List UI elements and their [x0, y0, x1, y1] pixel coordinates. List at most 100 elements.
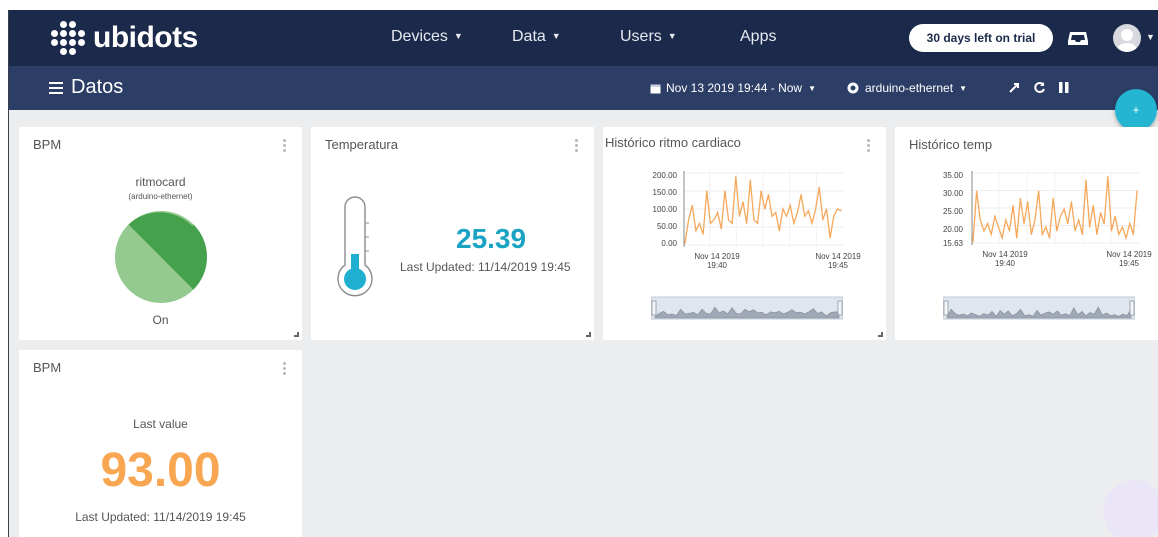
brand-name: ubidots	[93, 21, 198, 54]
data-point	[1001, 237, 1003, 239]
variable-name: ritmocard	[135, 175, 186, 189]
device-selector[interactable]: arduino-ethernet ▼	[847, 81, 967, 95]
resize-handle-icon[interactable]	[878, 332, 883, 337]
data-point	[695, 230, 697, 232]
navigator-handle[interactable]	[837, 300, 843, 316]
heart-rate-line-chart[interactable]	[683, 171, 843, 247]
data-point	[1103, 222, 1105, 225]
data-point	[1107, 176, 1109, 178]
data-point	[1023, 222, 1025, 225]
menu-icon[interactable]	[49, 82, 63, 94]
nav-users[interactable]: Users ▼	[620, 28, 677, 46]
y-tick-label: 100.00	[652, 205, 677, 214]
calendar-icon	[650, 84, 661, 93]
data-point	[1056, 230, 1058, 232]
widget-title: Histórico temp	[909, 137, 993, 152]
resize-handle-icon[interactable]	[294, 332, 299, 337]
trial-button[interactable]: 30 days left on trial	[909, 24, 1053, 52]
inbox-icon[interactable]	[1067, 28, 1089, 48]
data-point	[764, 208, 766, 210]
refresh-icon[interactable]	[1033, 81, 1046, 94]
data-point	[1067, 222, 1069, 225]
data-point	[1129, 222, 1131, 225]
data-point	[1085, 179, 1087, 181]
data-point	[1019, 197, 1021, 199]
data-point	[1092, 204, 1094, 207]
nav-data[interactable]: Data ▼	[512, 28, 561, 46]
device-label: arduino-ethernet	[865, 81, 954, 95]
navigator-handle[interactable]	[651, 300, 657, 316]
nav-devices[interactable]: Devices ▼	[391, 28, 463, 46]
temperature-widget[interactable]: Temperatura 25.39 Last Updated: 11/14/20…	[311, 127, 594, 340]
data-point	[691, 204, 693, 206]
nav-users-label: Users	[620, 28, 662, 45]
brand-logo[interactable]: ubidots	[49, 18, 198, 58]
data-point	[731, 222, 733, 224]
data-point	[727, 219, 730, 221]
heart-rate-history-widget[interactable]: Histórico ritmo cardiaco 200.00 150.00 1…	[603, 127, 886, 340]
caret-down-icon[interactable]: ▼	[1146, 32, 1155, 42]
navigator-handle[interactable]	[943, 300, 949, 316]
y-tick-label: 35.00	[942, 171, 963, 180]
data-point	[717, 212, 719, 214]
bpm-indicator-widget[interactable]: BPM ritmocard (arduino-ethernet) On	[19, 127, 302, 340]
data-point	[1081, 233, 1083, 236]
user-avatar[interactable]	[1113, 24, 1141, 52]
data-point	[735, 176, 737, 178]
data-point	[749, 179, 751, 181]
nav-apps[interactable]: Apps	[740, 28, 776, 46]
last-updated: Last Updated: 11/14/2019 19:45	[75, 510, 246, 524]
caret-down-icon: ▼	[453, 31, 463, 41]
last-updated: Last Updated: 11/14/2019 19:45	[400, 260, 571, 274]
range-navigator[interactable]	[651, 295, 843, 321]
data-point	[1089, 226, 1091, 228]
y-tick-label: 0.00	[661, 239, 677, 248]
data-point	[709, 222, 711, 224]
nav-apps-label: Apps	[740, 28, 777, 45]
y-tick-label: 25.00	[942, 207, 963, 216]
navigator-handle[interactable]	[1129, 300, 1135, 316]
data-point	[1074, 230, 1076, 232]
data-point	[1041, 233, 1043, 236]
data-point	[684, 242, 686, 244]
temperature-line-chart[interactable]	[971, 171, 1139, 245]
dashboard-title[interactable]: Datos	[49, 76, 123, 99]
resize-handle-icon[interactable]	[586, 332, 591, 337]
widget-menu-icon[interactable]	[283, 362, 286, 375]
expand-icon[interactable]	[1008, 82, 1020, 94]
widget-menu-icon[interactable]	[283, 139, 286, 152]
data-point	[1121, 226, 1124, 228]
data-point	[724, 190, 726, 192]
data-point	[983, 230, 985, 232]
widget-title: BPM	[33, 360, 62, 375]
bpm-metric-widget[interactable]: BPM Last value 93.00 Last Updated: 11/14…	[19, 350, 302, 537]
y-tick-label: 150.00	[652, 188, 677, 197]
chat-widget-button[interactable]	[1103, 480, 1158, 537]
date-range-picker[interactable]: Nov 13 2019 19:44 - Now ▼	[650, 81, 816, 95]
widget-menu-icon[interactable]	[575, 139, 578, 152]
data-point	[836, 208, 838, 210]
data-point	[815, 208, 817, 210]
y-tick-label: 50.00	[656, 222, 677, 231]
range-navigator[interactable]	[943, 295, 1135, 321]
data-point	[1008, 230, 1011, 232]
y-tick-label: 30.00	[942, 189, 963, 198]
indicator-state: On	[152, 313, 169, 327]
data-point	[807, 210, 809, 212]
data-point	[738, 215, 741, 217]
widget-menu-icon[interactable]	[867, 139, 870, 152]
data-point	[994, 215, 996, 217]
caret-down-icon: ▼	[808, 83, 817, 93]
data-point	[986, 222, 989, 225]
metric-value: 93.00	[100, 444, 221, 497]
pause-icon[interactable]	[1059, 82, 1069, 93]
nav-data-label: Data	[512, 28, 546, 45]
data-point	[1016, 237, 1018, 239]
temperature-history-widget[interactable]: Histórico temp 35.00 30.00 25.00 20.00 1…	[895, 127, 1158, 340]
data-point	[1030, 233, 1032, 236]
data-point	[753, 219, 755, 221]
data-point	[1070, 201, 1072, 203]
add-widget-button[interactable]: +	[1115, 89, 1157, 131]
page-title: Datos	[71, 76, 124, 98]
data-point	[997, 226, 1000, 228]
